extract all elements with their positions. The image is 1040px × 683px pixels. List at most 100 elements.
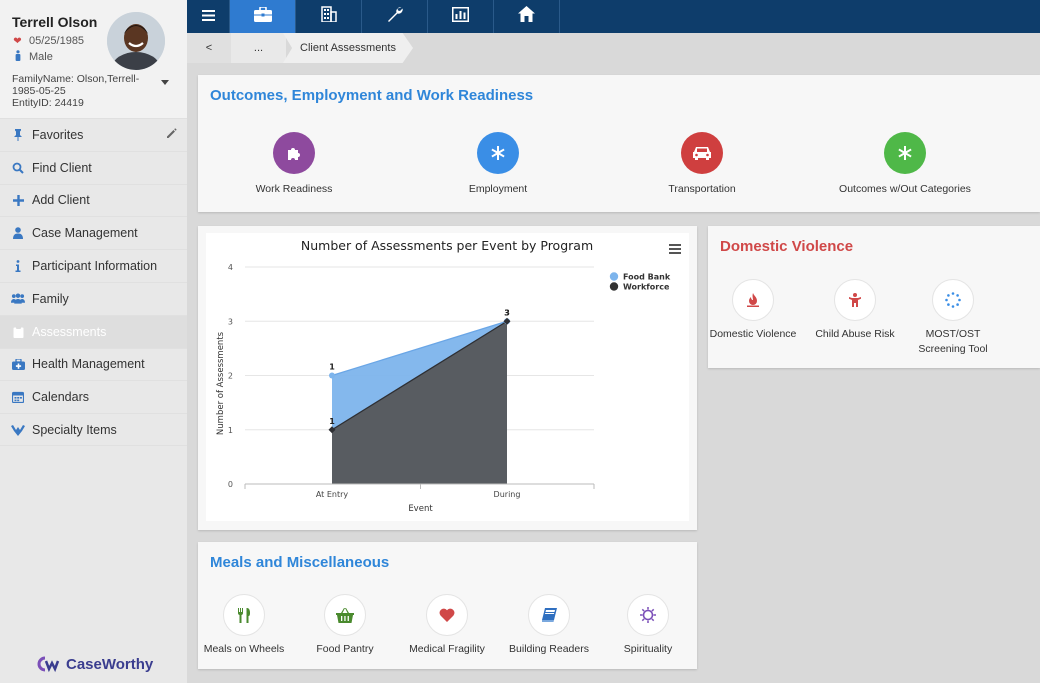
tile-label: Employment (468, 183, 528, 195)
info-icon (11, 260, 25, 273)
tile-transportation[interactable]: Transportation (652, 132, 752, 197)
hamburger-icon (201, 8, 215, 26)
spinner-icon (932, 279, 974, 321)
breadcrumb-ellipsis[interactable]: ... (231, 33, 286, 63)
sidebar-item-calendars[interactable]: Calendars (0, 380, 187, 413)
assessments-chart-card: Number of Assessments per Event by Progr… (198, 226, 697, 530)
sidebar-item-family[interactable]: Family (0, 281, 187, 315)
tab-home[interactable] (494, 0, 560, 33)
x-tick-label: At Entry (316, 490, 349, 499)
outcomes-card: Outcomes, Employment and Work Readiness … (198, 75, 1040, 212)
hands-icon (11, 424, 25, 436)
pin-icon (11, 128, 25, 141)
tile-label: Child Abuse Risk (815, 328, 895, 340)
utensils-icon (223, 594, 265, 636)
x-axis-title: Event (408, 504, 433, 514)
chart-title: Number of Assessments per Event by Progr… (301, 238, 593, 253)
tile-food-pantry[interactable]: Food Pantry (299, 594, 391, 657)
tab-case-management[interactable] (230, 0, 296, 33)
x-tick-label: During (494, 490, 521, 499)
sidebar-item-participant-information[interactable]: Participant Information (0, 249, 187, 282)
briefcase-icon (253, 5, 272, 27)
sidebar-item-find-client[interactable]: Find Client (0, 150, 187, 184)
tile-meals-on-wheels[interactable]: Meals on Wheels (198, 594, 290, 657)
domestic-violence-card: Domestic Violence Domestic Violence Chil… (708, 226, 1040, 368)
breadcrumb-current: Client Assessments (283, 33, 413, 63)
home-icon (518, 6, 535, 27)
sidebar-item-favorites[interactable]: Favorites (0, 118, 187, 151)
client-dob: 05/25/1985 (29, 35, 85, 47)
asterisk-icon (477, 132, 519, 174)
clipboard-icon (11, 325, 25, 338)
heart-icon (426, 594, 468, 636)
tile-label: Medical Fragility (409, 643, 485, 655)
client-gender-row: Male (12, 50, 53, 64)
group-icon (11, 293, 25, 305)
caseworthy-logo-icon (37, 656, 60, 673)
chart-area: Number of Assessments per Event by Progr… (206, 233, 689, 521)
y-tick-label: 3 (228, 317, 233, 326)
car-icon (681, 132, 723, 174)
client-avatar (107, 12, 165, 70)
tile-label: Outcomes w/Out Categories (839, 183, 971, 195)
sidebar-item-health-management[interactable]: Health Management (0, 347, 187, 381)
breadcrumb-back[interactable]: < (187, 33, 231, 63)
y-tick-label: 1 (228, 426, 233, 435)
y-axis-title: Number of Assessments (216, 331, 226, 435)
tile-building-readers[interactable]: Building Readers (503, 594, 595, 657)
menu-button[interactable] (187, 0, 230, 33)
sidebar-item-add-client[interactable]: Add Client (0, 183, 187, 217)
sidebar-item-specialty-items[interactable]: Specialty Items (0, 413, 187, 446)
client-profile[interactable]: Terrell Olson ❤ 05/25/1985 Male FamilyNa… (0, 0, 187, 118)
client-family-name: FamilyName: Olson,Terrell-1985-05-25 (12, 73, 140, 97)
puzzle-icon (273, 132, 315, 174)
legend-marker (609, 282, 619, 291)
edit-favorites-icon[interactable] (166, 128, 177, 142)
tile-employment[interactable]: Employment (448, 132, 548, 197)
tab-tools[interactable] (362, 0, 428, 33)
child-icon (834, 279, 876, 321)
calendar-icon (11, 391, 25, 404)
book-icon (528, 594, 570, 636)
client-entity-id: EntityID: 24419 (12, 97, 84, 109)
legend-label: Workforce (623, 283, 670, 292)
tile-label: Work Readiness (255, 183, 333, 195)
basket-icon (324, 594, 366, 636)
client-dob-row: ❤ 05/25/1985 (12, 35, 84, 47)
flame-icon (732, 279, 774, 321)
tile-label: Transportation (668, 183, 736, 195)
sidebar-nav: Favorites Find Client Add Client Case Ma… (0, 118, 187, 446)
data-point (329, 372, 335, 379)
tile-most-ost-screening-tool[interactable]: MOST/OST Screening Tool (908, 279, 998, 357)
domestic-violence-title: Domestic Violence (720, 238, 854, 255)
sidebar-item-label: Health Management (32, 357, 145, 372)
tile-work-readiness[interactable]: Work Readiness (244, 132, 344, 197)
logo-text: CaseWorthy (66, 655, 154, 673)
tile-spirituality[interactable]: Spirituality (602, 594, 694, 657)
data-label: 3 (504, 308, 510, 317)
tile-domestic-violence[interactable]: Domestic Violence (708, 279, 798, 342)
person-icon (11, 227, 25, 240)
search-icon (11, 162, 25, 174)
tab-organization[interactable] (296, 0, 362, 33)
tile-label: MOST/OST Screening Tool (918, 328, 988, 355)
tile-medical-fragility[interactable]: Medical Fragility (401, 594, 493, 657)
outcomes-title: Outcomes, Employment and Work Readiness (210, 87, 534, 104)
tile-outcomes-without-categories[interactable]: Outcomes w/Out Categories (830, 132, 980, 197)
sidebar-item-label: Participant Information (32, 259, 158, 274)
tile-child-abuse-risk[interactable]: Child Abuse Risk (810, 279, 900, 342)
chart-menu-button[interactable] (669, 244, 681, 254)
tile-label: Domestic Violence (709, 328, 797, 340)
sidebar-item-assessments[interactable]: Assessments (0, 314, 187, 348)
y-tick-label: 2 (228, 372, 233, 381)
sidebar-item-label: Favorites (32, 127, 84, 142)
medkit-icon (11, 358, 25, 370)
meals-card: Meals and Miscellaneous Meals on Wheels … (198, 542, 697, 669)
sidebar-item-label: Assessments (32, 324, 107, 339)
sidebar-item-case-management[interactable]: Case Management (0, 216, 187, 249)
tab-reports[interactable] (428, 0, 494, 33)
profile-dropdown-caret[interactable] (161, 80, 169, 85)
sidebar-item-label: Specialty Items (32, 422, 117, 437)
sidebar-item-label: Case Management (32, 226, 138, 241)
assessments-chart: Number of Assessments per Event by Progr… (216, 238, 681, 514)
